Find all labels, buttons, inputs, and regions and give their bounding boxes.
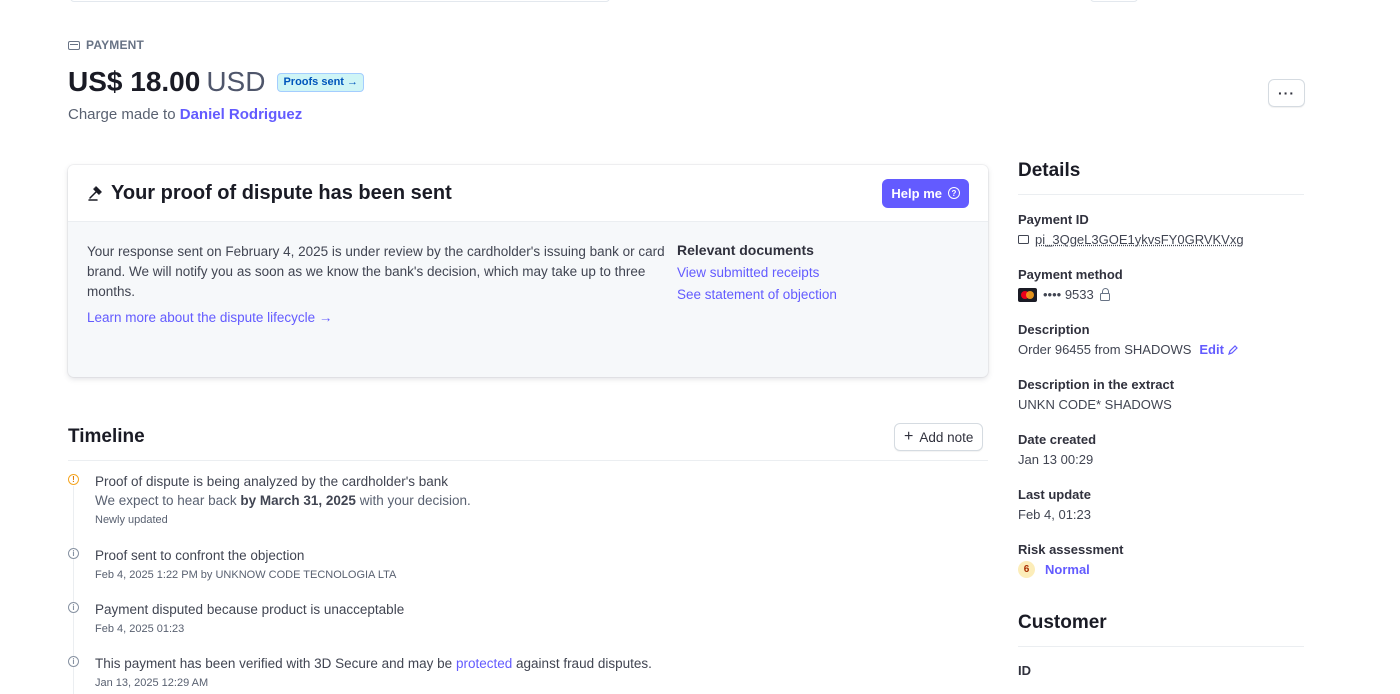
card-icon [68, 40, 80, 50]
field-value: 6 Normal [1018, 559, 1304, 580]
field-value: •••• 9533 [1018, 284, 1304, 305]
field-label: Description [1018, 322, 1090, 337]
edit-label: Edit [1199, 342, 1224, 357]
field-label: Risk assessment [1018, 542, 1124, 557]
event-meta: Jan 13, 2025 12:29 AM [95, 677, 209, 689]
created-value: Jan 13 00:29 [1018, 452, 1094, 467]
payment-id-value[interactable]: pi_3QgeL3GOE1ykvsFY0GRVKVxg [1035, 229, 1244, 250]
details-title: Details [1018, 160, 1304, 195]
field-value: Order 96455 from SHADOWS Edit [1018, 339, 1304, 360]
payment-method-field: Payment method •••• 9533 [1018, 266, 1304, 305]
docs-title: Relevant documents [677, 242, 814, 258]
event-text: Proof sent to confront the objection [95, 548, 305, 563]
help-icon: ? [948, 187, 960, 199]
gavel-icon [88, 186, 102, 201]
field-label: Date created [1018, 432, 1097, 447]
event-sub-suffix: with your decision. [359, 493, 471, 508]
risk-score-badge: 6 [1018, 561, 1035, 578]
event-meta: Feb 4, 2025 01:23 [95, 623, 185, 635]
timeline-event: i Payment disputed because product is un… [68, 600, 968, 637]
updated-value: Feb 4, 01:23 [1018, 507, 1091, 522]
info-icon: i [68, 656, 79, 667]
top-button[interactable] [1090, 0, 1138, 2]
extract-field: Description in the extract UNKN CODE* SH… [1018, 376, 1304, 415]
event-text-suffix: against fraud disputes. [516, 656, 652, 671]
help-me-button[interactable]: Help me ? [882, 178, 969, 208]
card-left-column: Your response sent on February 4, 2025 i… [87, 242, 677, 328]
lock-icon [1099, 288, 1110, 301]
card-title: Your proof of dispute has been sent [87, 182, 452, 205]
charge-line: Charge made to Daniel Rodriguez [68, 106, 302, 123]
pencil-icon [1228, 344, 1238, 355]
plus-icon: + [904, 428, 914, 445]
event-subtext: We expect to hear back by March 31, 2025… [95, 491, 968, 510]
timeline-event: i This payment has been verified with 3D… [68, 654, 968, 691]
mastercard-icon [1018, 287, 1037, 302]
dispute-status-card: Your proof of dispute has been sent Help… [68, 165, 988, 377]
event-meta: Newly updated [95, 514, 168, 526]
card-last4: •••• 9533 [1043, 287, 1094, 302]
customer-id-label: ID [1018, 663, 1031, 678]
terminal-icon [1018, 235, 1029, 244]
created-field: Date created Jan 13 00:29 [1018, 431, 1304, 470]
event-text: This payment has been verified with 3D S… [95, 654, 968, 673]
add-note-button[interactable]: + Add note [894, 423, 984, 451]
customer-title: Customer [1018, 612, 1304, 647]
relevant-documents: Relevant documents View submitted receip… [677, 242, 837, 328]
event-sub-date: by March 31, 2025 [240, 493, 356, 508]
timeline-event: i Proof sent to confront the objection F… [68, 546, 968, 583]
info-icon: i [68, 548, 79, 559]
protected-link[interactable]: protected [456, 656, 512, 671]
field-label: Payment method [1018, 267, 1123, 282]
extract-value: UNKN CODE* SHADOWS [1018, 397, 1172, 412]
learn-more-link[interactable]: Learn more about the dispute lifecycle → [87, 308, 677, 328]
event-sub-prefix: We expect to hear back [95, 493, 237, 508]
risk-level-link[interactable]: Normal [1045, 559, 1090, 580]
card-body: Your response sent on February 4, 2025 i… [68, 222, 988, 348]
timeline-title: Timeline [68, 426, 145, 447]
divider [68, 460, 988, 461]
event-text-prefix: This payment has been verified with 3D S… [95, 656, 453, 671]
field-value: pi_3QgeL3GOE1ykvsFY0GRVKVxg [1018, 229, 1304, 250]
charge-prefix: Charge made to [68, 106, 176, 123]
customer-link[interactable]: Daniel Rodriguez [180, 106, 303, 123]
page-eyebrow: PAYMENT [68, 38, 144, 52]
field-label: Description in the extract [1018, 377, 1175, 392]
timeline-event: ! Proof of dispute is being analyzed by … [68, 472, 968, 528]
updated-field: Last update Feb 4, 01:23 [1018, 486, 1304, 525]
warning-icon: ! [68, 474, 79, 485]
view-receipts-link[interactable]: View submitted receipts [677, 265, 837, 280]
help-me-label: Help me [891, 185, 942, 201]
search-bar[interactable] [70, 0, 610, 2]
eyebrow-label: PAYMENT [86, 38, 145, 52]
statement-objection-link[interactable]: See statement of objection [677, 287, 837, 302]
event-text: Proof of dispute is being analyzed by th… [95, 474, 449, 489]
details-panel: Details Payment ID pi_3QgeL3GOE1ykvsFY0G… [1018, 160, 1304, 678]
amount-header: US$ 18.00 USD Proofs sent → [68, 66, 365, 98]
description-field: Description Order 96455 from SHADOWS Edi… [1018, 321, 1304, 360]
payment-amount: US$ 18.00 [68, 66, 201, 97]
edit-description-button[interactable]: Edit [1199, 339, 1238, 360]
event-meta: Feb 4, 2025 1:22 PM by UNKNOW CODE TECNO… [95, 569, 397, 581]
more-actions-button[interactable]: ··· [1268, 79, 1305, 107]
card-title-text: Your proof of dispute has been sent [111, 181, 452, 204]
payment-id-field: Payment ID pi_3QgeL3GOE1ykvsFY0GRVKVxg [1018, 211, 1304, 250]
event-text: Payment disputed because product is unac… [95, 602, 405, 617]
dispute-body-text: Your response sent on February 4, 2025 i… [87, 244, 665, 299]
info-icon: i [68, 602, 79, 613]
field-label: Last update [1018, 487, 1091, 502]
add-note-label: Add note [919, 429, 974, 445]
description-value: Order 96455 from SHADOWS [1018, 342, 1192, 357]
risk-field: Risk assessment 6 Normal [1018, 541, 1304, 580]
payment-currency: USD [206, 66, 266, 97]
status-badge[interactable]: Proofs sent → [277, 72, 365, 92]
field-label: Payment ID [1018, 212, 1089, 227]
card-header: Your proof of dispute has been sent Help… [68, 165, 988, 222]
